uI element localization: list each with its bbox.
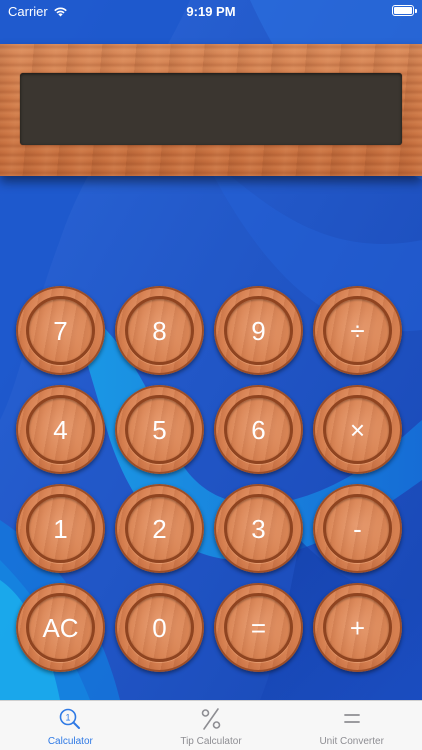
key-label: ×	[349, 414, 366, 445]
key-label: 0	[152, 612, 167, 643]
battery-level	[394, 7, 412, 14]
key-4[interactable]: 4	[16, 385, 105, 474]
tab-label-tip-calculator: Tip Calculator	[180, 736, 242, 747]
equals-icon	[339, 706, 365, 732]
battery-cap	[415, 9, 417, 13]
key-8[interactable]: 8	[115, 286, 204, 375]
key-0[interactable]: 0	[115, 583, 204, 672]
tab-unit-converter[interactable]: Unit Converter	[281, 701, 422, 750]
key-label: 3	[251, 513, 266, 544]
key-label: +	[349, 612, 366, 643]
key-2[interactable]: 2	[115, 484, 204, 573]
tab-tip-calculator[interactable]: Tip Calculator	[141, 701, 282, 750]
key-label: AC	[42, 612, 79, 643]
key-add[interactable]: +	[313, 583, 402, 672]
key-9[interactable]: 9	[214, 286, 303, 375]
percent-icon	[198, 706, 224, 732]
key-label: 6	[251, 414, 266, 445]
status-bar: Carrier 9:19 PM	[0, 0, 422, 24]
key-all-clear[interactable]: AC	[16, 583, 105, 672]
status-time: 9:19 PM	[186, 4, 236, 19]
key-label: 5	[152, 414, 167, 445]
key-label: =	[250, 612, 267, 643]
calculator-screen: Carrier 9:19 PM 7 8 9 ÷ 4 5 6 × 1 2 3 - …	[0, 0, 422, 750]
key-label: -	[353, 513, 362, 544]
key-5[interactable]: 5	[115, 385, 204, 474]
key-label: ÷	[350, 315, 365, 346]
key-multiply[interactable]: ×	[313, 385, 402, 474]
tab-label-calculator: Calculator	[47, 736, 93, 747]
key-subtract[interactable]: -	[313, 484, 402, 573]
key-1[interactable]: 1	[16, 484, 105, 573]
key-label: 4	[53, 414, 68, 445]
key-label: 9	[251, 315, 266, 346]
magnifier-one-icon: 1	[57, 706, 83, 732]
key-equals[interactable]: =	[214, 583, 303, 672]
key-label: 2	[152, 513, 167, 544]
key-6[interactable]: 6	[214, 385, 303, 474]
tab-bar: 1 Calculator Tip Calculator Unit Convert…	[0, 700, 422, 750]
key-7[interactable]: 7	[16, 286, 105, 375]
key-3[interactable]: 3	[214, 484, 303, 573]
key-label: 8	[152, 315, 167, 346]
wood-display-panel	[0, 44, 422, 176]
key-label: 1	[53, 513, 68, 544]
tab-label-unit-converter: Unit Converter	[319, 736, 384, 747]
key-divide[interactable]: ÷	[313, 286, 402, 375]
calculator-display	[20, 73, 402, 145]
battery-icon	[392, 5, 417, 16]
tab-calculator[interactable]: 1 Calculator	[0, 701, 141, 750]
key-label: 7	[53, 315, 68, 346]
keypad: 7 8 9 ÷ 4 5 6 × 1 2 3 - AC 0 = +	[16, 286, 408, 674]
svg-text:1: 1	[66, 713, 71, 723]
